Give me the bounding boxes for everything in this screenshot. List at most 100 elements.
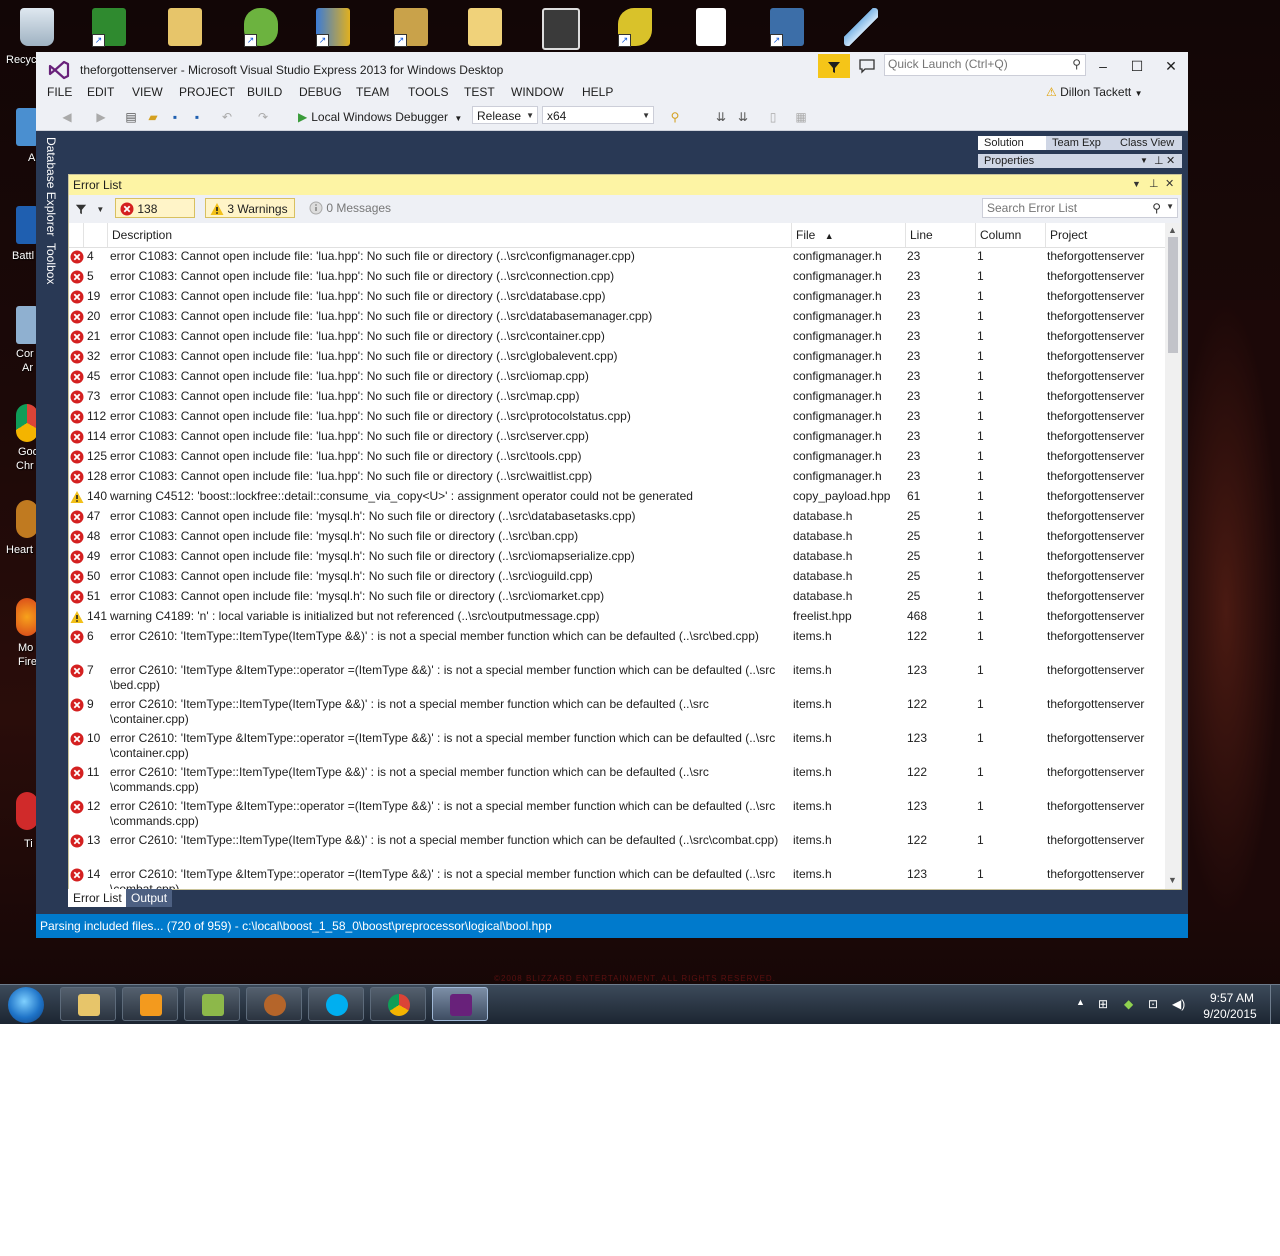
table-row[interactable]: 19 error C1083: Cannot open include file:… <box>69 287 1165 307</box>
table-row[interactable]: 50 error C1083: Cannot open include file:… <box>69 567 1165 587</box>
show-desktop-button[interactable] <box>1270 985 1280 1024</box>
table-row[interactable]: 114 error C1083: Cannot open include file… <box>69 427 1165 447</box>
error-list-scrollbar[interactable]: ▲ ▼ <box>1165 223 1181 889</box>
column-project[interactable]: Project <box>1045 223 1165 247</box>
clock-date[interactable]: 9/20/2015 <box>1200 1007 1260 1021</box>
platform-select[interactable]: x64 ▼ <box>542 106 654 124</box>
chevron-down-icon[interactable]: ▼ <box>1166 202 1174 211</box>
search-error-list-input[interactable] <box>987 201 1147 215</box>
tab-solution[interactable]: Solution <box>978 136 1050 150</box>
desktop-label-battlenet[interactable]: Battl <box>12 250 34 262</box>
table-row[interactable]: 48 error C1083: Cannot open include file:… <box>69 527 1165 547</box>
errors-filter-button[interactable]: 138 Errors <box>115 198 195 236</box>
quick-launch-input[interactable] <box>888 56 1058 72</box>
table-row[interactable]: 13 error C2610: 'ItemType::ItemType(ItemT… <box>69 831 1165 865</box>
table-row[interactable]: 112 error C1083: Cannot open include file… <box>69 407 1165 427</box>
table-row[interactable]: 9 error C2610: 'ItemType::ItemType(ItemTy… <box>69 695 1165 729</box>
table-row[interactable]: 45 error C1083: Cannot open include file:… <box>69 367 1165 387</box>
table-row[interactable]: 73 error C1083: Cannot open include file:… <box>69 387 1165 407</box>
menu-window[interactable]: WINDOW <box>511 85 564 99</box>
column-file[interactable]: File ▲ <box>791 223 905 247</box>
taskbar-visual-studio[interactable] <box>432 987 488 1021</box>
table-row[interactable]: 4 error C1083: Cannot open include file: … <box>69 247 1165 267</box>
undo-icon[interactable]: ↶ <box>218 108 236 126</box>
android-tool-icon[interactable]: ↗ <box>244 8 278 47</box>
redo-icon[interactable]: ↷ <box>254 108 272 126</box>
taskbar-chrome[interactable] <box>370 987 426 1021</box>
column-sort-order[interactable] <box>83 223 107 247</box>
column-line[interactable]: Line <box>905 223 975 247</box>
close-icon[interactable]: ✕ <box>1166 154 1175 168</box>
desktop-label-chrome[interactable]: Chr <box>16 460 34 472</box>
google-chrome-icon[interactable] <box>16 404 38 442</box>
network-icon[interactable]: ⊡ <box>1148 997 1158 1011</box>
windows-flag-icon[interactable]: ⊞ <box>1098 997 1108 1011</box>
search-error-list-box[interactable]: ⚲ ▼ <box>982 198 1178 218</box>
taskbar-app[interactable] <box>184 987 240 1021</box>
menu-file[interactable]: FILE <box>47 85 72 99</box>
taskbar-media-player[interactable] <box>122 987 178 1021</box>
table-row[interactable]: 125 error C1083: Cannot open include file… <box>69 447 1165 467</box>
table-row[interactable]: 14 error C2610: 'ItemType &ItemType::oper… <box>69 865 1165 889</box>
menu-tools[interactable]: TOOLS <box>408 85 448 99</box>
pin-icon[interactable]: ⊥ <box>1149 177 1159 190</box>
scroll-up-icon[interactable]: ▲ <box>1168 225 1177 235</box>
start-button[interactable] <box>8 987 44 1023</box>
minimize-button[interactable]: – <box>1090 56 1116 76</box>
volume-icon[interactable]: ◀) <box>1172 997 1185 1011</box>
desktop-label-ti[interactable]: Ti <box>24 838 33 850</box>
desktop-label-heart[interactable]: Heart <box>6 544 33 556</box>
menu-edit[interactable]: EDIT <box>87 85 114 99</box>
back-icon[interactable]: ◀ <box>58 108 76 126</box>
bookmark-next-icon[interactable]: ⇊ <box>734 108 752 126</box>
table-row[interactable]: 6 error C2610: 'ItemType::ItemType(ItemTy… <box>69 627 1165 661</box>
folder-icon-2[interactable] <box>468 8 502 46</box>
table-row[interactable]: 128 error C1083: Cannot open include file… <box>69 467 1165 487</box>
table-row[interactable]: 141 warning C4189: 'n' : local variable i… <box>69 607 1165 627</box>
desktop-label-ar[interactable]: Ar <box>22 362 33 374</box>
recycle-bin-icon[interactable] <box>20 8 54 46</box>
control-icon[interactable] <box>16 306 38 344</box>
table-row[interactable]: 51 error C1083: Cannot open include file:… <box>69 587 1165 607</box>
desktop-label-a[interactable]: A <box>28 152 35 164</box>
table-row[interactable]: 12 error C2610: 'ItemType &ItemType::oper… <box>69 797 1165 831</box>
table-row[interactable]: 11 error C2610: 'ItemType::ItemType(ItemT… <box>69 763 1165 797</box>
table-row[interactable]: 10 error C2610: 'ItemType &ItemType::oper… <box>69 729 1165 763</box>
game-shortcut-icon[interactable]: ↗ <box>618 8 652 47</box>
forward-icon[interactable]: ▶ <box>92 108 110 126</box>
properties-panel-header[interactable]: Properties ▼ ⊥ ✕ <box>978 154 1182 168</box>
comment-icon[interactable]: ▯ <box>764 108 782 126</box>
table-row[interactable]: 20 error C1083: Cannot open include file:… <box>69 307 1165 327</box>
security-tray-icon[interactable]: ◆ <box>1124 997 1133 1011</box>
menu-view[interactable]: VIEW <box>132 85 163 99</box>
pin-icon[interactable]: ⊥ <box>1154 154 1164 168</box>
desktop-label-cor[interactable]: Cor <box>16 348 34 360</box>
table-row[interactable]: 5 error C1083: Cannot open include file: … <box>69 267 1165 287</box>
bookmark-icon[interactable]: ⇊ <box>712 108 730 126</box>
messages-filter-button[interactable]: 0 Messages <box>305 198 395 218</box>
save-icon[interactable]: ▪ <box>166 108 184 126</box>
column-description[interactable]: Description <box>107 223 791 247</box>
tab-error-list[interactable]: Error List <box>68 889 127 907</box>
firefox-icon[interactable] <box>16 598 38 636</box>
menu-project[interactable]: PROJECT <box>179 85 235 99</box>
desktop-label-mo[interactable]: Mo <box>18 642 33 654</box>
uncomment-icon[interactable]: ▦ <box>792 108 810 126</box>
game-icon-ti[interactable] <box>16 792 38 830</box>
scope-filter-button[interactable]: ▼ <box>75 201 104 215</box>
configuration-select[interactable]: Release ▼ <box>472 106 538 124</box>
show-hidden-icons[interactable]: ▲ <box>1076 997 1085 1007</box>
folder-icon[interactable] <box>168 8 202 46</box>
maximize-button[interactable]: ☐ <box>1124 56 1150 76</box>
close-button[interactable]: ✕ <box>1158 56 1184 76</box>
quick-launch-box[interactable]: ⚲ <box>884 54 1086 76</box>
table-row[interactable]: 32 error C1083: Cannot open include file:… <box>69 347 1165 367</box>
scrollbar-thumb[interactable] <box>1168 237 1178 353</box>
folder-shortcut-icon[interactable]: ↗ <box>394 8 428 47</box>
notifications-filter-button[interactable] <box>818 54 850 78</box>
table-row[interactable]: 49 error C1083: Cannot open include file:… <box>69 547 1165 567</box>
close-icon[interactable]: ✕ <box>1165 177 1174 190</box>
hearthstone-icon[interactable] <box>16 500 38 538</box>
menu-help[interactable]: HELP <box>582 85 613 99</box>
table-row[interactable]: 21 error C1083: Cannot open include file:… <box>69 327 1165 347</box>
